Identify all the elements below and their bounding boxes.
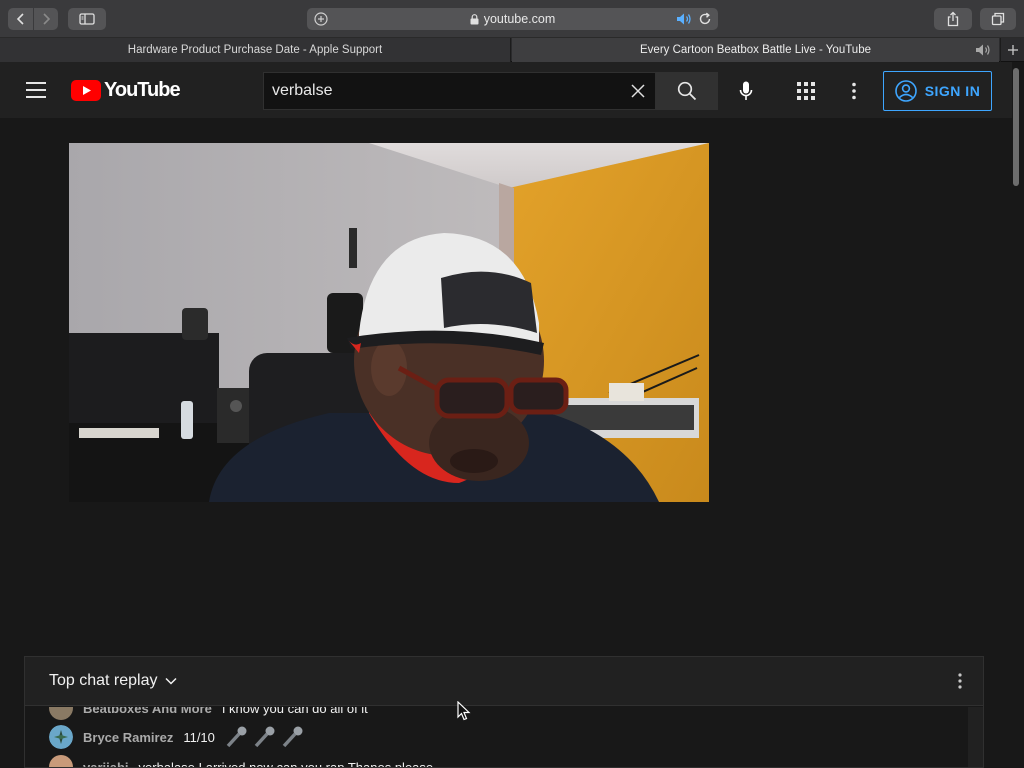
youtube-logo[interactable]: YouTube bbox=[71, 79, 181, 102]
sign-in-label: SIGN IN bbox=[924, 83, 981, 99]
sign-in-button[interactable]: SIGN IN bbox=[883, 71, 992, 111]
share-button[interactable] bbox=[934, 8, 972, 30]
youtube-play-icon bbox=[71, 80, 101, 101]
chat-scrollbar[interactable] bbox=[968, 707, 983, 767]
chat-message: Bryce Ramirez 11/10 bbox=[49, 725, 305, 749]
tab-bar: Hardware Product Purchase Date - Apple S… bbox=[0, 38, 1024, 62]
sidebar-button[interactable] bbox=[68, 8, 106, 30]
youtube-header: YouTube SIGN IN bbox=[0, 62, 1012, 118]
share-icon bbox=[947, 11, 959, 27]
avatar bbox=[49, 707, 73, 720]
new-tab-button[interactable] bbox=[1000, 38, 1024, 62]
reload-icon[interactable] bbox=[698, 12, 712, 31]
video-player[interactable] bbox=[69, 143, 709, 502]
search-icon bbox=[677, 81, 697, 101]
microphone-emoji-icon bbox=[254, 726, 275, 748]
tab-overview-icon bbox=[991, 12, 1005, 26]
history-navigation bbox=[8, 8, 58, 30]
microphone-emoji-icon bbox=[226, 726, 247, 748]
menu-icon[interactable] bbox=[26, 82, 46, 98]
forward-button[interactable] bbox=[33, 8, 58, 30]
chat-header: Top chat replay bbox=[25, 657, 983, 706]
avatar bbox=[49, 755, 73, 767]
tab-overview-button[interactable] bbox=[980, 8, 1016, 30]
chat-author: Bryce Ramirez bbox=[83, 729, 174, 745]
close-icon[interactable] bbox=[631, 84, 645, 103]
microphone-icon bbox=[739, 81, 753, 100]
tab-youtube[interactable]: Every Cartoon Beatbox Battle Live - YouT… bbox=[512, 38, 999, 62]
sidebar-icon bbox=[79, 13, 95, 25]
video-frame-image bbox=[69, 143, 709, 502]
chat-author: Beatboxes And More bbox=[83, 707, 212, 716]
url-text: youtube.com bbox=[483, 12, 556, 26]
chevron-right-icon bbox=[43, 13, 51, 25]
back-button[interactable] bbox=[8, 8, 33, 30]
chat-text: I know you can do all of it bbox=[221, 707, 368, 716]
chevron-down-icon bbox=[164, 677, 177, 685]
chat-mode-dropdown[interactable]: Top chat replay bbox=[49, 672, 178, 690]
url-display: youtube.com bbox=[307, 8, 718, 30]
chat-text: verbalase I arrived now can you rap Than… bbox=[138, 759, 434, 768]
chat-messages: Beatboxes And More I know you can do all… bbox=[25, 707, 968, 768]
search-box[interactable] bbox=[263, 72, 656, 110]
search-input[interactable] bbox=[272, 82, 612, 100]
voice-search-button[interactable] bbox=[733, 78, 759, 104]
tab-audio-icon[interactable] bbox=[975, 43, 991, 60]
chat-title: Top chat replay bbox=[49, 672, 158, 689]
tab-apple-support[interactable]: Hardware Product Purchase Date - Apple S… bbox=[0, 38, 511, 62]
chat-message: Beatboxes And More I know you can do all… bbox=[49, 707, 368, 720]
avatar bbox=[49, 725, 73, 749]
chat-message: varijabi verbalase I arrived now can you… bbox=[49, 755, 434, 768]
browser-toolbar: youtube.com bbox=[0, 0, 1024, 38]
address-bar[interactable]: youtube.com bbox=[307, 8, 718, 30]
more-vertical-icon[interactable] bbox=[850, 82, 858, 105]
lock-icon bbox=[470, 13, 479, 24]
plus-icon bbox=[1007, 45, 1018, 55]
chat-author: varijabi bbox=[83, 759, 129, 768]
tab-title: Hardware Product Purchase Date - Apple S… bbox=[127, 44, 383, 56]
live-chat-panel: Top chat replay Beatboxes And More I kno… bbox=[24, 656, 984, 768]
audio-playing-icon[interactable] bbox=[676, 12, 692, 31]
search-button[interactable] bbox=[656, 72, 718, 110]
mouse-cursor-icon bbox=[457, 701, 471, 721]
more-vertical-icon[interactable] bbox=[957, 672, 963, 695]
page-scrollbar-thumb[interactable] bbox=[1013, 68, 1019, 186]
emoji-group bbox=[225, 726, 305, 748]
account-icon bbox=[894, 80, 917, 102]
tab-title: Every Cartoon Beatbox Battle Live - YouT… bbox=[640, 44, 871, 56]
microphone-emoji-icon bbox=[282, 726, 303, 748]
chevron-left-icon bbox=[16, 13, 24, 25]
apps-grid-icon[interactable] bbox=[796, 82, 816, 105]
chat-text: 11/10 bbox=[183, 729, 215, 745]
logo-text: YouTube bbox=[104, 79, 181, 101]
